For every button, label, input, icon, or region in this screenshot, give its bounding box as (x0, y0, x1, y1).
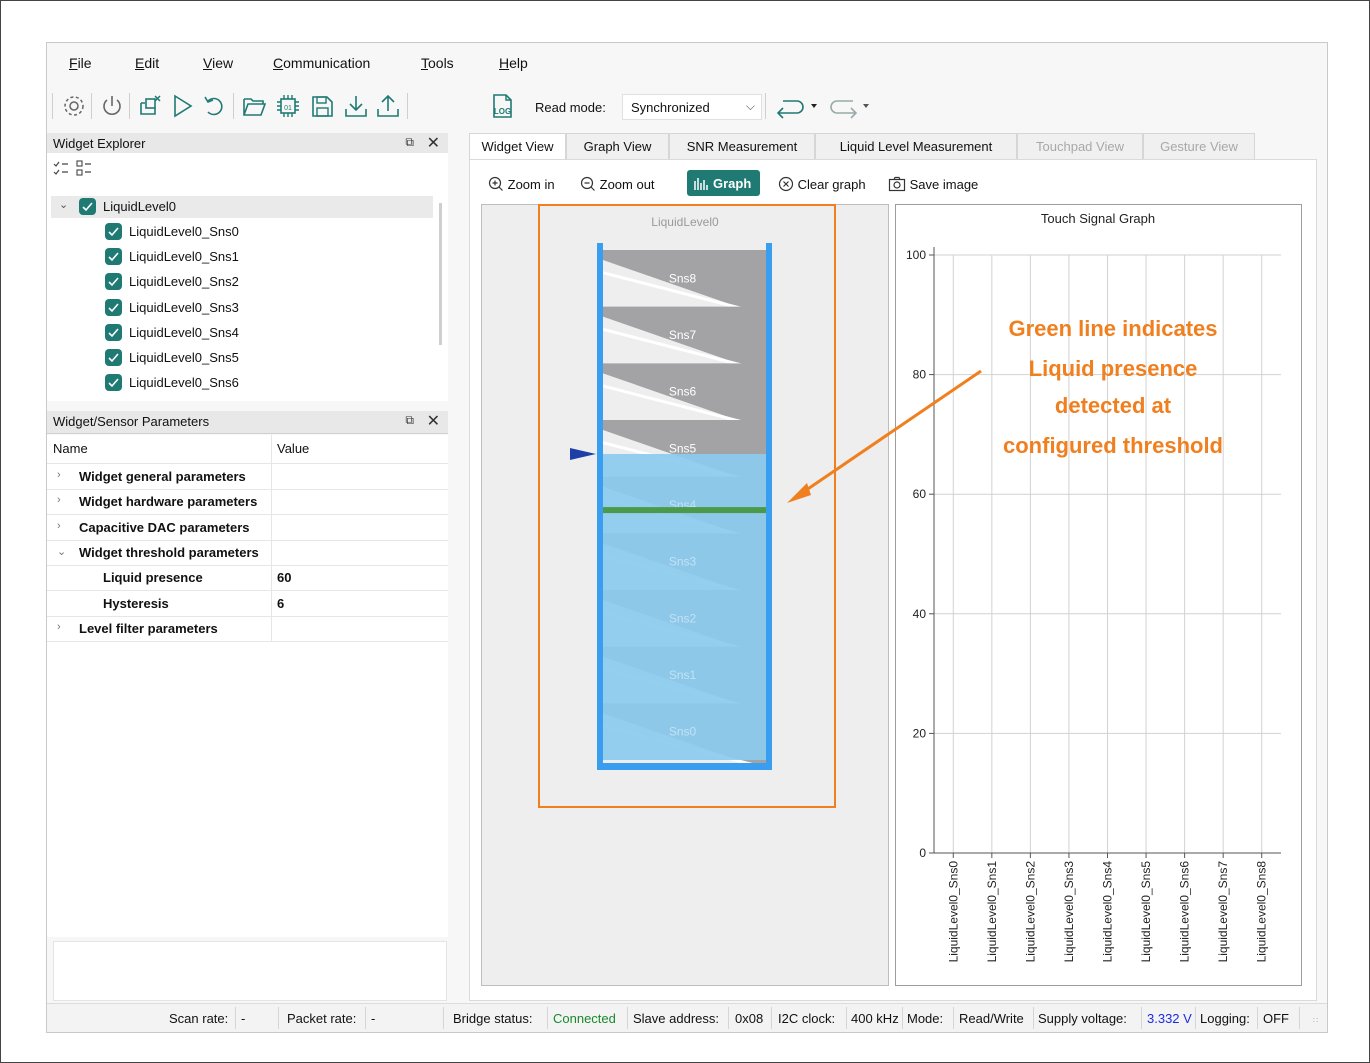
annotation-line-1: Green line indicates (1008, 316, 1217, 341)
resize-grip-icon[interactable]: ∷ (1313, 1016, 1318, 1025)
mode-value: Read/Write (959, 1011, 1024, 1026)
annotation-overlay: Green line indicates Liquid presence det… (538, 204, 1223, 808)
logging-label: Logging: (1200, 1011, 1250, 1026)
logging-value: OFF (1263, 1011, 1289, 1026)
slave-address-label: Slave address: (633, 1011, 719, 1026)
packet-rate-label: Packet rate: (287, 1011, 357, 1026)
status-bar: Scan rate: - Packet rate: - Bridge statu… (47, 1003, 1327, 1032)
i2c-clock-label: I2C clock: (778, 1011, 836, 1026)
slave-address-value: 0x08 (735, 1011, 764, 1026)
scan-rate-label: Scan rate: (169, 1011, 229, 1026)
bridge-status-value: Connected (553, 1011, 616, 1026)
scan-rate-value: - (241, 1011, 246, 1026)
annotation-arrow (798, 369, 982, 497)
supply-voltage-label: Supply voltage: (1038, 1011, 1127, 1026)
annotation-line-2: Liquid presence (1029, 356, 1198, 381)
annotation-line-4: configured threshold (1003, 433, 1223, 458)
annotation-highlight-box (538, 204, 836, 808)
packet-rate-value: - (371, 1011, 376, 1026)
mode-label: Mode: (907, 1011, 944, 1026)
annotation-arrowhead (787, 483, 811, 503)
bridge-status-label: Bridge status: (453, 1011, 533, 1026)
annotation-line-3: detected at (1055, 393, 1172, 418)
supply-voltage-value: 3.332 V (1147, 1011, 1192, 1026)
i2c-clock-value: 400 kHz (851, 1011, 899, 1026)
tuner-window: File Edit View Communication Tools Help (46, 42, 1328, 1033)
